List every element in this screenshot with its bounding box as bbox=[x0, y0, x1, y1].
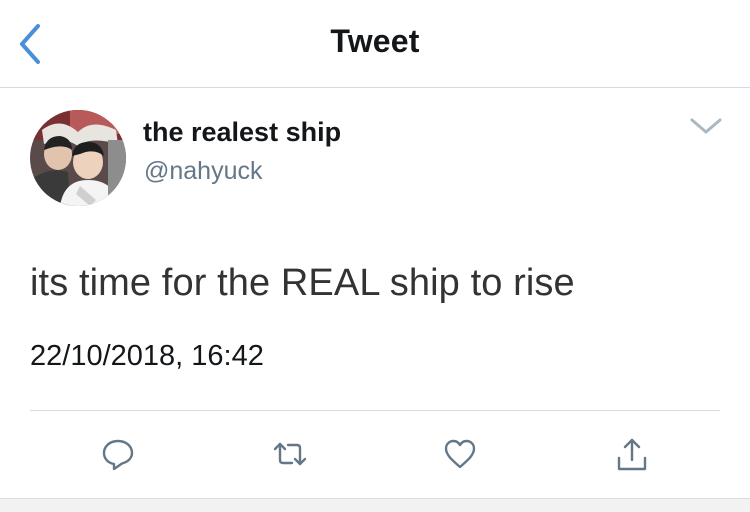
tweet-timestamp: 22/10/2018, 16:42 bbox=[30, 340, 264, 372]
profile-photo bbox=[30, 110, 126, 206]
share-button[interactable] bbox=[614, 436, 650, 472]
divider bbox=[30, 410, 720, 411]
heart-icon bbox=[444, 439, 476, 469]
retweet-icon bbox=[273, 442, 307, 466]
user-handle[interactable]: @nahyuck bbox=[144, 157, 263, 186]
navigation-bar: Tweet bbox=[0, 0, 750, 88]
chevron-down-icon bbox=[690, 118, 722, 134]
more-options-button[interactable] bbox=[689, 115, 723, 137]
reply-icon bbox=[102, 439, 134, 471]
share-icon bbox=[617, 438, 647, 471]
avatar[interactable] bbox=[30, 110, 126, 206]
like-button[interactable] bbox=[442, 436, 478, 472]
retweet-button[interactable] bbox=[272, 436, 308, 472]
display-name[interactable]: the realest ship bbox=[143, 117, 341, 148]
tweet-text: its time for the REAL ship to rise bbox=[30, 262, 575, 304]
bottom-edge bbox=[0, 498, 750, 512]
page-title: Tweet bbox=[330, 23, 420, 59]
reply-button[interactable] bbox=[100, 436, 136, 472]
